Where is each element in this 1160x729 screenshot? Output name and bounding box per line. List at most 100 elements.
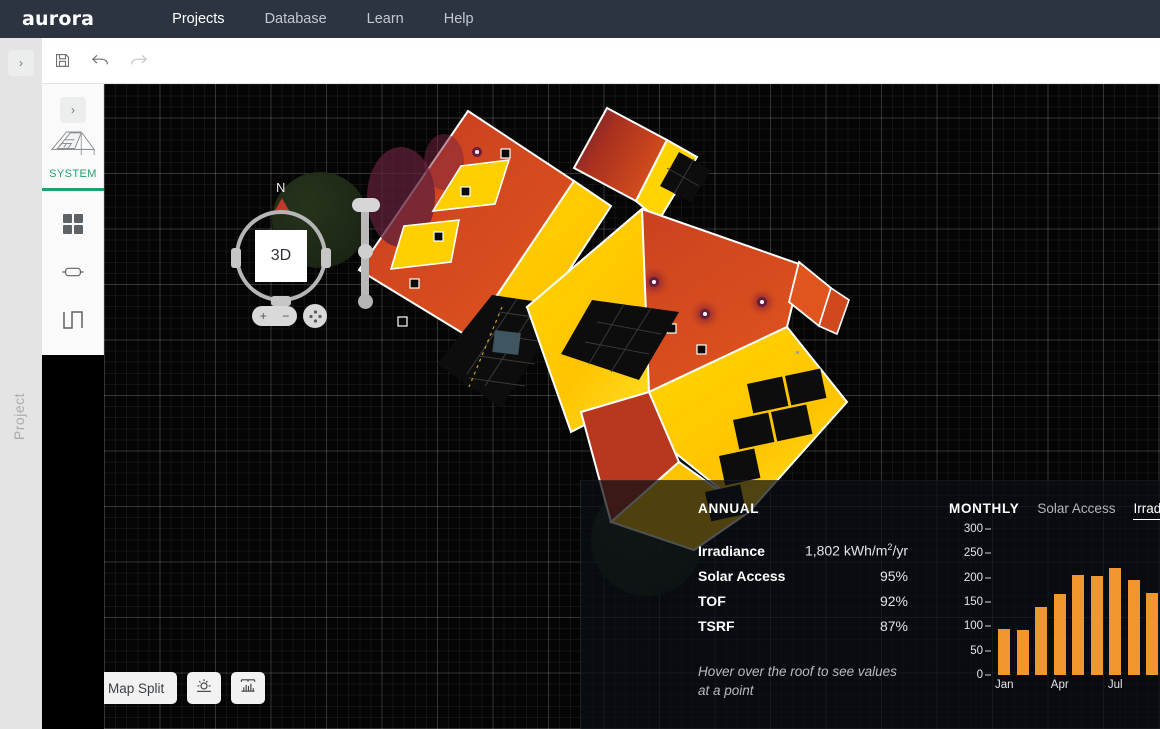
sidebar-item-system[interactable]: SYSTEM: [42, 126, 104, 191]
sidebar-tool-list: [42, 202, 104, 346]
map-split-button[interactable]: Map Split: [104, 672, 177, 704]
chart-y-tick-mark: [985, 602, 991, 603]
annual-title: ANNUAL: [698, 501, 908, 516]
zoom-slider-knob[interactable]: [358, 244, 373, 259]
compass-handle-right[interactable]: [321, 248, 331, 268]
chart-y-tick-label: 200: [964, 572, 983, 584]
aurora-solar-app: aurora Projects Database Learn Help: [0, 0, 1160, 729]
editor-toolbar: HD Nearmap Aug 29, 2018 ˅ LIDAR: [0, 38, 1160, 84]
chart-y-tick-label: 300: [964, 523, 983, 535]
chart-y-tick-label: 250: [964, 547, 983, 559]
redo-icon[interactable]: [126, 49, 150, 73]
undo-icon[interactable]: [88, 49, 112, 73]
monthly-title: MONTHLY: [949, 501, 1019, 516]
hover-hint-text: Hover over the roof to see values at a p…: [698, 662, 908, 700]
chart-y-tick-mark: [985, 529, 991, 530]
nav-link-help[interactable]: Help: [424, 11, 494, 27]
compass-handle-bottom[interactable]: [271, 296, 291, 306]
tab-irradiance[interactable]: Irradiance: [1133, 501, 1160, 520]
chart-ruler-button[interactable]: [231, 672, 265, 704]
nav-link-learn[interactable]: Learn: [347, 11, 424, 27]
system-sidebar: › SYSTEM: [42, 84, 104, 355]
pan-icon[interactable]: [303, 304, 327, 328]
annual-row-tof: TOF 92%: [698, 593, 908, 609]
nav-link-database[interactable]: Database: [245, 11, 347, 27]
viewport-bottom-toolbar: Map Split: [104, 672, 265, 704]
map-split-label: Map Split: [108, 681, 164, 696]
3d-design-viewport[interactable]: N 3D + −: [104, 84, 1160, 729]
annual-value-tof: 92%: [880, 593, 908, 609]
chart-y-tick-mark: [985, 577, 991, 578]
project-rail: › Project: [0, 38, 42, 729]
sidebar-system-label: SYSTEM: [49, 168, 97, 180]
chart-y-tick-label: 50: [970, 645, 983, 657]
sun-path-button[interactable]: [187, 672, 221, 704]
point-marker: [796, 351, 799, 354]
zoom-slider-bottom-handle[interactable]: [358, 294, 373, 309]
grid-icon: [62, 213, 84, 240]
chart-x-tick-label: Jul: [1108, 679, 1123, 691]
chart-bar[interactable]: [1035, 607, 1047, 675]
tab-solar-access[interactable]: Solar Access: [1037, 501, 1115, 519]
compass-handle-left[interactable]: [231, 248, 241, 268]
monthly-irradiance-chart: 050100150200250300 JanAprJulOct: [949, 529, 1160, 704]
monthly-section: MONTHLY Solar Access Irradiance: [949, 501, 1160, 520]
annual-value-tsrf: 87%: [880, 618, 908, 634]
inverter-icon: [61, 265, 85, 284]
annual-row-solar-access: Solar Access 95%: [698, 568, 908, 584]
chart-bar[interactable]: [1091, 576, 1103, 675]
save-icon[interactable]: [50, 49, 74, 73]
chart-bar[interactable]: [1072, 575, 1084, 675]
zoom-out-label: −: [282, 309, 289, 323]
annual-label-tof: TOF: [698, 593, 726, 609]
annual-label-tsrf: TSRF: [698, 618, 735, 634]
roof-plane-right-gable[interactable]: [789, 262, 849, 334]
zoom-slider-top-handle[interactable]: [352, 198, 380, 212]
zoom-in-label: +: [260, 309, 267, 323]
monthly-header: MONTHLY Solar Access Irradiance: [949, 501, 1160, 520]
chart-x-tick-label: Jan: [995, 679, 1014, 691]
sidebar-item-modules[interactable]: [42, 202, 104, 250]
rail-collapse-button[interactable]: ›: [8, 50, 34, 76]
annual-label-solar-access: Solar Access: [698, 568, 785, 584]
nav-links: Projects Database Learn Help: [152, 11, 493, 27]
top-navigation-bar: aurora Projects Database Learn Help: [0, 0, 1160, 38]
roof-panel-icon: [50, 126, 96, 165]
chart-y-axis: 050100150200250300: [949, 529, 993, 675]
chart-y-tick-mark: [985, 675, 991, 676]
nav-link-projects[interactable]: Projects: [152, 11, 244, 27]
sun-path-icon: [195, 677, 213, 699]
toolbar-left-group: [50, 49, 150, 73]
project-rail-label: Project: [11, 393, 27, 440]
chart-ruler-icon: [239, 677, 257, 699]
chart-y-tick-mark: [985, 553, 991, 554]
annual-summary-section: ANNUAL Irradiance 1,802 kWh/m2/yr Solar …: [698, 501, 908, 700]
sidebar-expand-button[interactable]: ›: [60, 97, 86, 123]
chart-y-tick-mark: [985, 650, 991, 651]
compass-north-label: N: [276, 180, 285, 195]
chart-y-tick-mark: [985, 626, 991, 627]
wiring-icon: [62, 310, 84, 335]
chart-bar[interactable]: [1054, 594, 1066, 675]
chart-plot-area: [995, 529, 1160, 675]
chart-bar[interactable]: [1017, 630, 1029, 675]
chart-y-tick-label: 100: [964, 620, 983, 632]
chart-y-tick-label: 0: [977, 669, 983, 681]
annual-row-irradiance: Irradiance 1,802 kWh/m2/yr: [698, 542, 908, 559]
irradiance-data-panel: ANNUAL Irradiance 1,802 kWh/m2/yr Solar …: [580, 480, 1160, 729]
chart-y-tick-label: 150: [964, 596, 983, 608]
aurora-logo[interactable]: aurora: [22, 8, 94, 30]
sidebar-item-inverters[interactable]: [42, 250, 104, 298]
annual-value-irradiance: 1,802 kWh/m2/yr: [805, 542, 908, 559]
chart-x-tick-label: Apr: [1051, 679, 1069, 691]
chart-x-axis: JanAprJulOct: [995, 679, 1160, 695]
chart-bar[interactable]: [1146, 593, 1158, 675]
annual-label-irradiance: Irradiance: [698, 543, 765, 559]
chart-bar[interactable]: [1128, 580, 1140, 675]
annual-row-tsrf: TSRF 87%: [698, 618, 908, 634]
zoom-in-out-button[interactable]: + −: [252, 306, 297, 326]
view-mode-3d-button[interactable]: 3D: [255, 230, 307, 282]
sidebar-item-wiring[interactable]: [42, 298, 104, 346]
chart-bar[interactable]: [998, 629, 1010, 675]
chart-bar[interactable]: [1109, 568, 1121, 675]
